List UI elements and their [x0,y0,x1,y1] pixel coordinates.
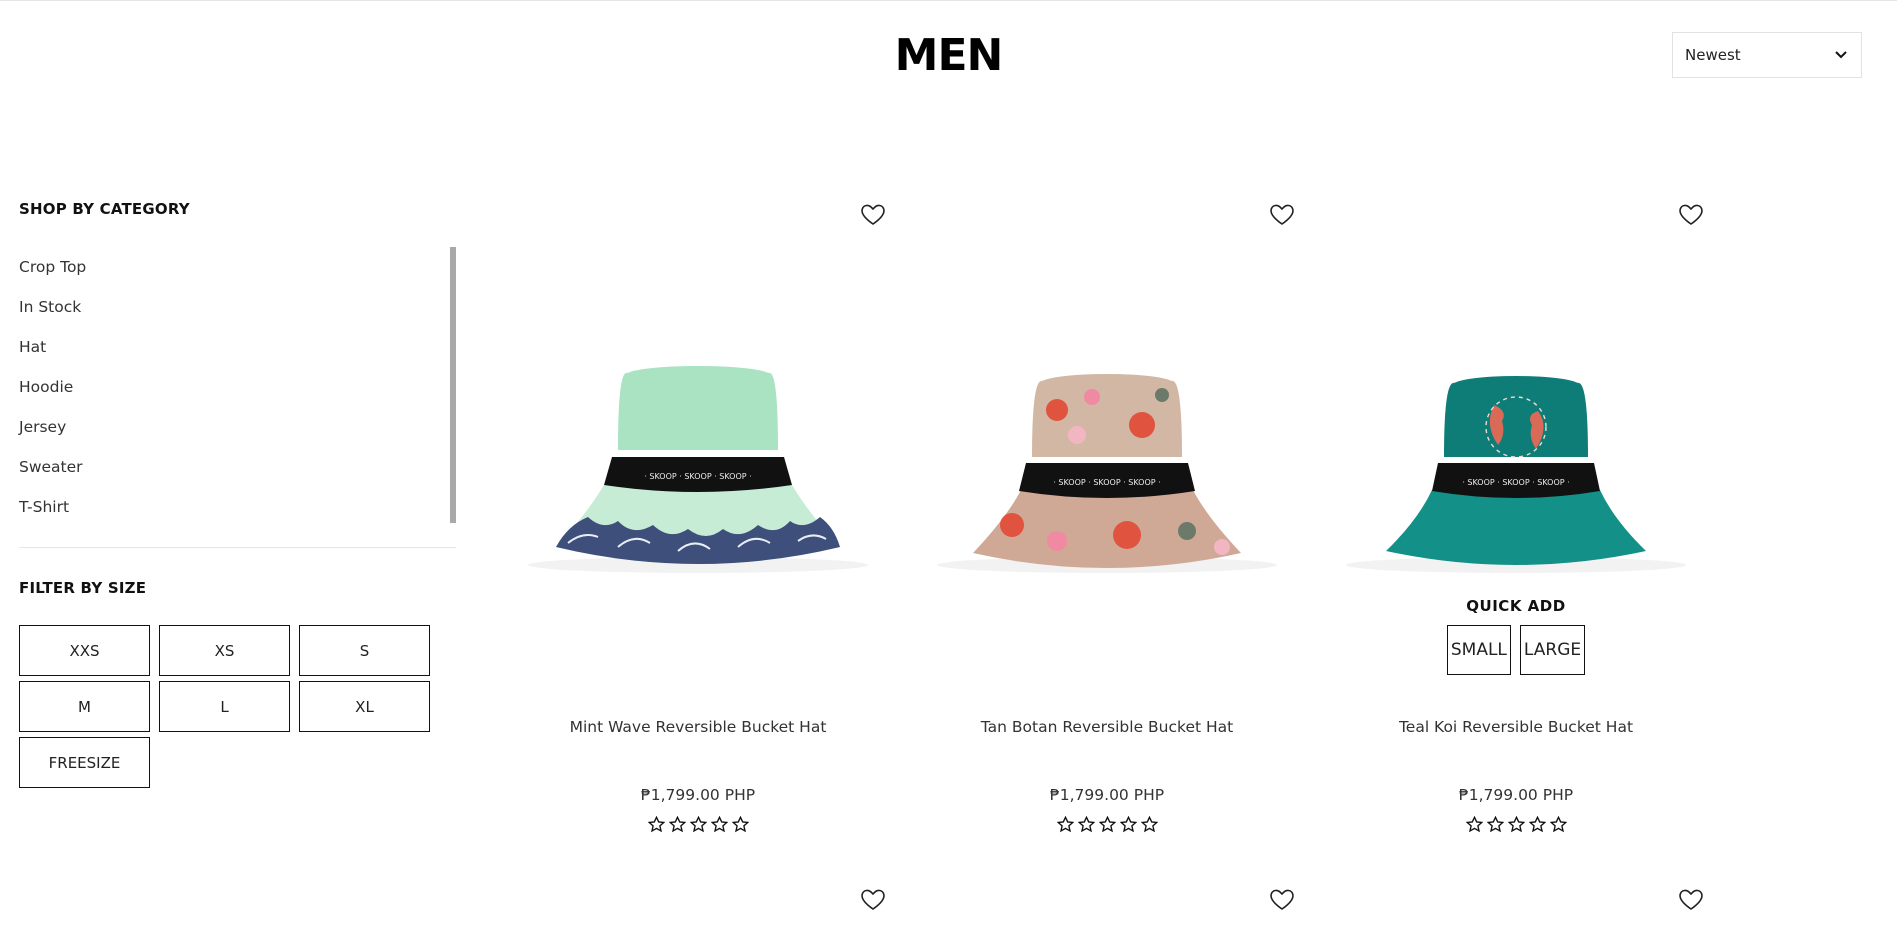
size-button-xs[interactable]: XS [159,625,290,676]
category-heading: SHOP BY CATEGORY [19,200,190,218]
rating-stars [1326,816,1706,833]
star-icon [1549,816,1567,833]
heart-icon[interactable] [1677,886,1705,912]
category-scrollbar[interactable] [450,247,456,523]
quick-add-panel: QUICK ADD SMALL LARGE [1326,597,1706,675]
size-button-freesize[interactable]: FREESIZE [19,737,150,788]
product-image[interactable]: · SKOOP · SKOOP · SKOOP · [917,285,1297,585]
quick-add-large-button[interactable]: LARGE [1519,625,1586,675]
heart-icon[interactable] [1268,886,1296,912]
star-icon [731,816,749,833]
category-item-in-stock[interactable]: In Stock [19,294,456,334]
quick-add-small-button[interactable]: SMALL [1446,625,1511,675]
rating-stars [917,816,1297,833]
heart-icon[interactable] [859,886,887,912]
quick-add-label: QUICK ADD [1466,597,1566,615]
svg-text:· SKOOP · SKOOP · SKOOP ·: · SKOOP · SKOOP · SKOOP · [1053,478,1160,487]
sidebar-divider [19,547,456,548]
size-button-s[interactable]: S [299,625,430,676]
page-title: MEN [894,30,1004,81]
category-item-t-shirt[interactable]: T-Shirt [19,494,456,534]
star-icon [689,816,707,833]
star-icon [1077,816,1095,833]
product-name[interactable]: Mint Wave Reversible Bucket Hat [508,718,888,736]
star-icon [1119,816,1137,833]
rating-stars [508,816,888,833]
size-heading: FILTER BY SIZE [19,579,147,597]
category-item-hat[interactable]: Hat [19,334,456,374]
star-icon [1056,816,1074,833]
filter-sidebar: SHOP BY CATEGORY Crop Top In Stock Hat H… [19,200,456,788]
product-image[interactable]: · SKOOP · SKOOP · SKOOP · [1326,285,1706,585]
star-icon [668,816,686,833]
star-icon [647,816,665,833]
star-icon [1098,816,1116,833]
size-button-xxs[interactable]: XXS [19,625,150,676]
star-icon [1486,816,1504,833]
size-button-xl[interactable]: XL [299,681,430,732]
heart-icon[interactable] [859,201,887,227]
product-image[interactable]: · SKOOP · SKOOP · SKOOP · [508,285,888,585]
sort-selected-value: Newest [1685,46,1741,64]
star-icon [710,816,728,833]
category-item-hoodie[interactable]: Hoodie [19,374,456,414]
star-icon [1140,816,1158,833]
svg-text:· SKOOP · SKOOP · SKOOP ·: · SKOOP · SKOOP · SKOOP · [644,472,751,481]
category-scrollbar-thumb[interactable] [450,247,456,523]
svg-text:· SKOOP · SKOOP · SKOOP ·: · SKOOP · SKOOP · SKOOP · [1462,478,1569,487]
product-price: ₱1,799.00 PHP [640,786,756,804]
product-price: ₱1,799.00 PHP [1458,786,1574,804]
top-border [0,0,1897,1]
category-list: Crop Top In Stock Hat Hoodie Jersey Swea… [19,254,456,530]
size-button-m[interactable]: M [19,681,150,732]
category-item-crop-top[interactable]: Crop Top [19,254,456,294]
category-item-sweater[interactable]: Sweater [19,454,456,494]
chevron-down-icon [1835,51,1847,59]
sort-select[interactable]: Newest [1672,32,1862,78]
product-name[interactable]: Teal Koi Reversible Bucket Hat [1326,718,1706,736]
category-item-jersey[interactable]: Jersey [19,414,456,454]
heart-icon[interactable] [1268,201,1296,227]
product-name[interactable]: Tan Botan Reversible Bucket Hat [917,718,1297,736]
heart-icon[interactable] [1677,201,1705,227]
product-price: ₱1,799.00 PHP [1049,786,1165,804]
star-icon [1507,816,1525,833]
size-button-l[interactable]: L [159,681,290,732]
star-icon [1465,816,1483,833]
star-icon [1528,816,1546,833]
